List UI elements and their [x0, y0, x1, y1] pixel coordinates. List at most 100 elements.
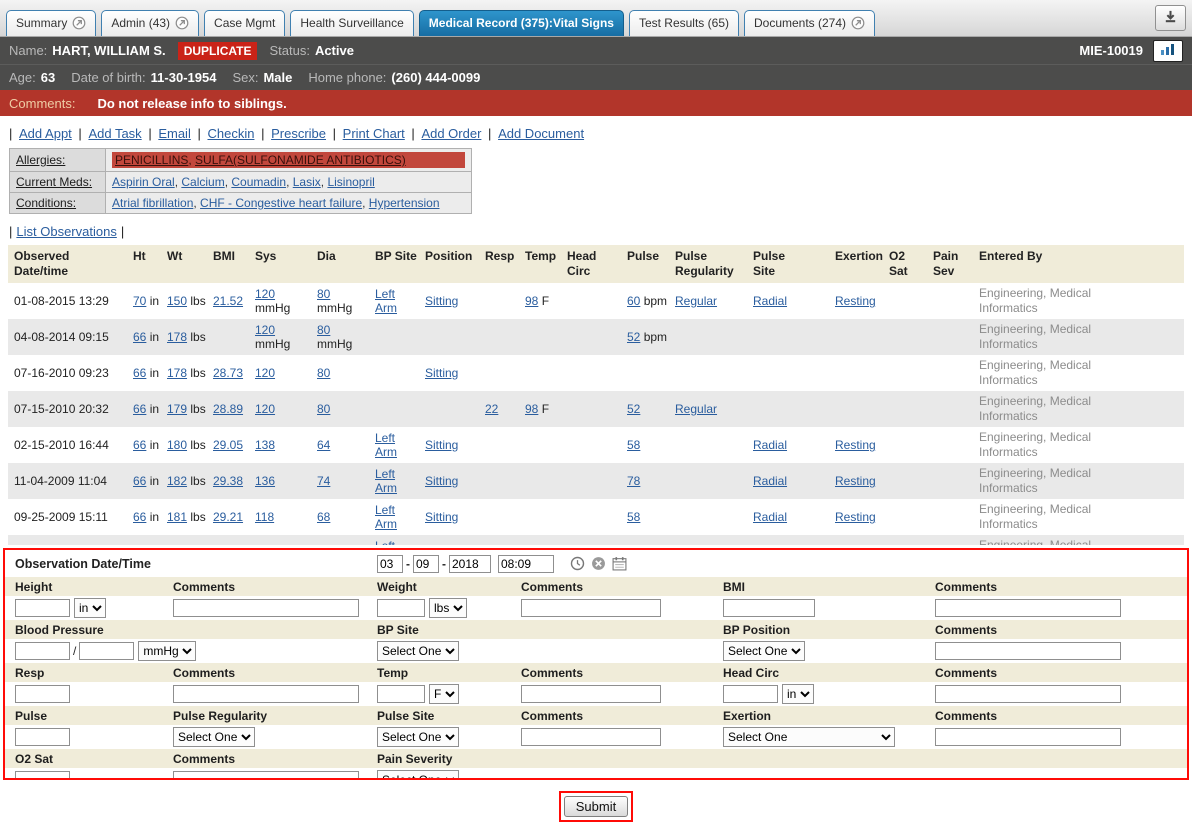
obs-value-link[interactable]: 181 [167, 510, 187, 524]
pain-severity-select[interactable]: Select One [377, 770, 459, 780]
summary-item-link[interactable]: PENICILLINS [115, 153, 188, 167]
obs-value-link[interactable]: Left Arm [375, 431, 397, 459]
pulse-input[interactable] [15, 728, 70, 746]
summary-item-link[interactable]: Lasix [293, 175, 321, 189]
obs-value-link[interactable]: 80 [317, 287, 330, 301]
clock-icon[interactable] [570, 556, 585, 571]
summary-label-link[interactable]: Current Meds: [16, 175, 92, 189]
clear-icon[interactable] [591, 556, 606, 571]
obs-value-link[interactable]: 52 [627, 330, 640, 344]
obs-value-link[interactable]: 74 [317, 474, 330, 488]
head-circ-input[interactable] [723, 685, 778, 703]
obs-value-link[interactable]: 60 [627, 294, 640, 308]
bp-unit-select[interactable]: mmHg [138, 641, 196, 661]
bmi-input[interactable] [723, 599, 815, 617]
pulse-site-select[interactable]: Select One [377, 727, 459, 747]
obs-value-link[interactable]: Resting [835, 294, 876, 308]
obs-value-link[interactable]: Resting [835, 438, 876, 452]
summary-label-link[interactable]: Conditions: [16, 196, 76, 210]
obs-value-link[interactable]: Sitting [425, 438, 458, 452]
download-button[interactable] [1155, 5, 1186, 31]
submit-button[interactable]: Submit [564, 796, 628, 817]
obs-value-link[interactable]: Radial [753, 474, 787, 488]
obs-value-link[interactable]: 178 [167, 366, 187, 380]
tab-medical-record-375-vital-signs[interactable]: Medical Record (375):Vital Signs [419, 10, 624, 36]
list-observations-link[interactable]: List Observations [16, 224, 116, 239]
obs-value-link[interactable]: 150 [167, 294, 187, 308]
o2-sat-input[interactable] [15, 771, 70, 780]
temp-comments-input[interactable] [521, 685, 661, 703]
obs-value-link[interactable]: 80 [317, 323, 330, 337]
obs-value-link[interactable]: 136 [255, 474, 275, 488]
tab-health-surveillance[interactable]: Health Surveillance [290, 10, 413, 36]
obs-value-link[interactable]: 98 [525, 402, 538, 416]
obs-value-link[interactable]: Regular [675, 402, 717, 416]
obs-value-link[interactable]: 28.73 [213, 366, 243, 380]
action-link-add-appt[interactable]: Add Appt [19, 126, 72, 141]
obs-value-link[interactable]: 80 [317, 366, 330, 380]
obs-value-link[interactable]: Resting [835, 474, 876, 488]
action-link-print-chart[interactable]: Print Chart [343, 126, 405, 141]
obs-value-link[interactable]: 66 [133, 366, 146, 380]
head-circ-comments-input[interactable] [935, 685, 1121, 703]
resp-input[interactable] [15, 685, 70, 703]
obs-value-link[interactable]: Sitting [425, 294, 458, 308]
summary-item-link[interactable]: Calcium [181, 175, 224, 189]
summary-label-link[interactable]: Allergies: [16, 153, 65, 167]
height-input[interactable] [15, 599, 70, 617]
obs-value-link[interactable]: 120 [255, 287, 275, 301]
temp-unit-select[interactable]: F [429, 684, 459, 704]
obs-value-link[interactable]: 120 [255, 402, 275, 416]
weight-comments-input[interactable] [521, 599, 661, 617]
obs-value-link[interactable]: 22 [485, 402, 498, 416]
obs-value-link[interactable]: 179 [167, 402, 187, 416]
head-circ-unit-select[interactable]: in [782, 684, 814, 704]
pulse-comments-input[interactable] [521, 728, 661, 746]
obs-value-link[interactable]: Sitting [425, 474, 458, 488]
obs-value-link[interactable]: Left Arm [375, 503, 397, 531]
tab-case-mgmt[interactable]: Case Mgmt [204, 10, 285, 36]
obs-value-link[interactable]: 70 [133, 294, 146, 308]
obs-value-link[interactable]: Radial [753, 438, 787, 452]
summary-item-link[interactable]: Coumadin [231, 175, 286, 189]
obs-value-link[interactable]: 52 [627, 402, 640, 416]
obs-value-link[interactable]: 120 [255, 366, 275, 380]
obs-time-input[interactable] [498, 555, 554, 573]
bp-position-select[interactable]: Select One [723, 641, 805, 661]
obs-value-link[interactable]: 66 [133, 330, 146, 344]
popout-icon[interactable] [851, 16, 865, 30]
obs-value-link[interactable]: 98 [525, 294, 538, 308]
obs-value-link[interactable]: 68 [317, 510, 330, 524]
summary-item-link[interactable]: Hypertension [369, 196, 440, 210]
bmi-comments-input[interactable] [935, 599, 1121, 617]
obs-value-link[interactable]: Regular [675, 294, 717, 308]
obs-day-input[interactable] [413, 555, 439, 573]
obs-year-input[interactable] [449, 555, 491, 573]
obs-month-input[interactable] [377, 555, 403, 573]
obs-value-link[interactable]: Left Arm [375, 539, 397, 545]
obs-value-link[interactable]: 66 [133, 402, 146, 416]
tab-documents-274[interactable]: Documents (274) [744, 10, 875, 36]
obs-value-link[interactable]: 180 [167, 438, 187, 452]
obs-value-link[interactable]: 21.52 [213, 294, 243, 308]
action-link-prescribe[interactable]: Prescribe [271, 126, 326, 141]
bp-comments-input[interactable] [935, 642, 1121, 660]
weight-input[interactable] [377, 599, 425, 617]
action-link-email[interactable]: Email [158, 126, 191, 141]
summary-item-link[interactable]: Lisinopril [327, 175, 374, 189]
obs-value-link[interactable]: Radial [753, 510, 787, 524]
summary-item-link[interactable]: SULFA(SULFONAMIDE ANTIBIOTICS) [195, 153, 406, 167]
temp-input[interactable] [377, 685, 425, 703]
obs-value-link[interactable]: Radial [753, 294, 787, 308]
tab-admin-43[interactable]: Admin (43) [101, 10, 199, 36]
obs-value-link[interactable]: Left Arm [375, 287, 397, 315]
obs-value-link[interactable]: 66 [133, 474, 146, 488]
obs-value-link[interactable]: Sitting [425, 510, 458, 524]
obs-value-link[interactable]: 58 [627, 510, 640, 524]
weight-unit-select[interactable]: lbs [429, 598, 467, 618]
obs-value-link[interactable]: 118 [255, 510, 274, 524]
obs-value-link[interactable]: 28.89 [213, 402, 243, 416]
calendar-icon[interactable] [612, 556, 627, 571]
action-link-checkin[interactable]: Checkin [207, 126, 254, 141]
tab-summary[interactable]: Summary [6, 10, 96, 36]
